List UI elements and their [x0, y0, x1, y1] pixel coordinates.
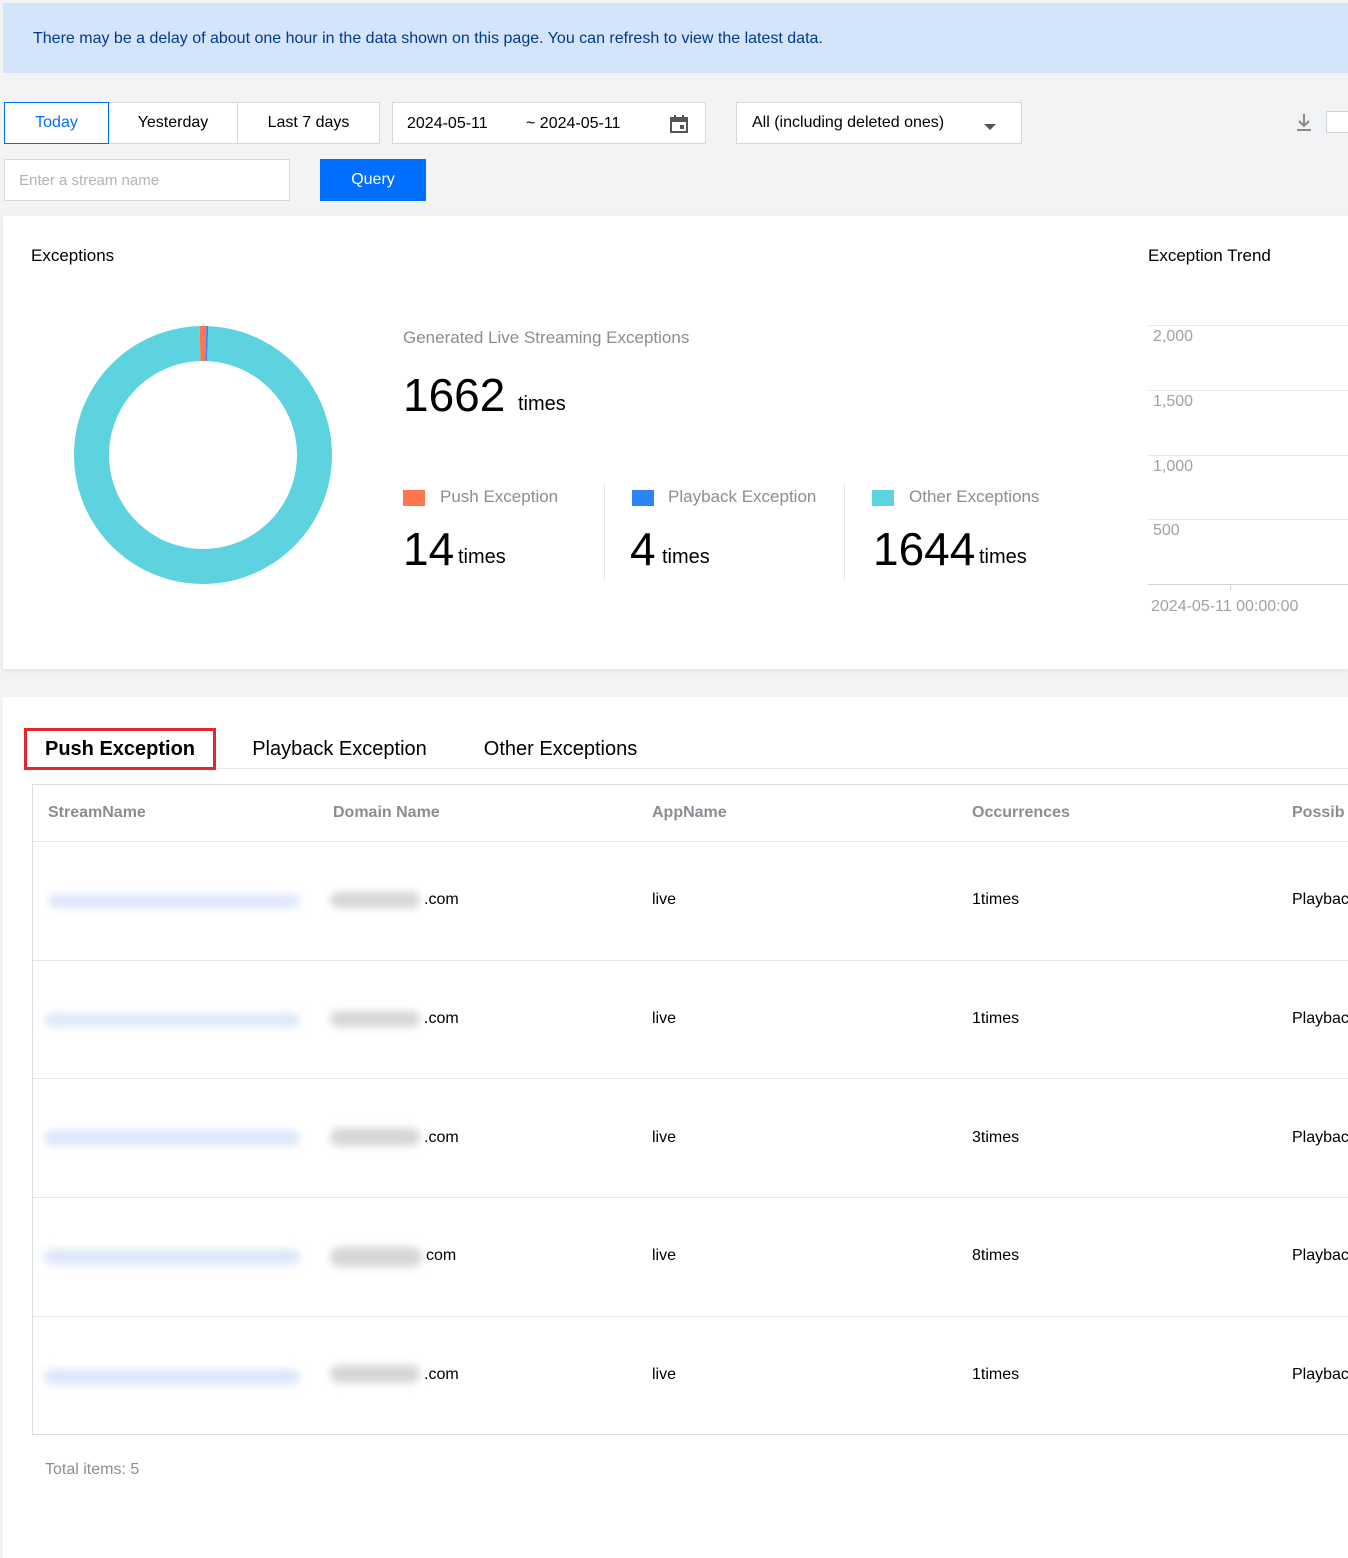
notice-text: There may be a delay of about one hour i…	[33, 30, 823, 47]
trend-gridline	[1148, 455, 1348, 456]
domain-suffix: .com	[424, 1010, 459, 1027]
notice-banner: There may be a delay of about one hour i…	[3, 3, 1348, 73]
playback-exception-legend-swatch	[632, 490, 654, 506]
app-name-cell: live	[652, 1010, 677, 1027]
other-exceptions-count: 1644	[873, 523, 976, 575]
push-exception-legend-swatch	[403, 490, 425, 506]
playback-exception-unit: times	[662, 546, 710, 568]
redacted-stream-name	[48, 894, 300, 908]
push-exception-unit: times	[458, 546, 506, 568]
possible-cause-cell: Playbac	[1292, 1247, 1348, 1264]
range-last7days-button[interactable]: Last 7 days	[237, 102, 380, 144]
column-header-domain-name: Domain Name	[333, 804, 440, 821]
legend-divider	[844, 484, 845, 580]
exceptions-title: Exceptions	[31, 246, 115, 265]
redacted-stream-name	[44, 1249, 300, 1265]
exceptions-donut-chart	[73, 326, 332, 584]
range-yesterday-button[interactable]: Yesterday	[108, 102, 238, 144]
column-header-streamname: StreamName	[48, 804, 146, 821]
trend-y-tick-label: 2,000	[1153, 328, 1194, 345]
download-icon[interactable]	[1295, 112, 1313, 139]
total-items-count: 5	[130, 1461, 140, 1478]
playback-exception-count: 4	[630, 523, 656, 575]
redacted-domain	[330, 1011, 420, 1027]
settings-button[interactable]	[1326, 111, 1348, 133]
date-start: 2024-05-11	[407, 115, 488, 132]
exceptions-table	[32, 784, 1348, 1435]
exception-trend-title: Exception Trend	[1148, 246, 1271, 265]
other-exceptions-label: Other Exceptions	[909, 487, 1040, 506]
trend-gridline	[1148, 390, 1348, 391]
redacted-domain	[330, 1128, 420, 1146]
domain-suffix: .com	[424, 891, 459, 908]
other-exceptions-legend-swatch	[872, 490, 894, 506]
redacted-domain	[330, 892, 420, 908]
total-exceptions-count: 1662	[403, 369, 506, 421]
app-name-cell: live	[652, 1129, 677, 1146]
trend-y-tick-label: 1,500	[1153, 393, 1194, 410]
trend-x-tick-label: 2024-05-11 00:00:00	[1151, 598, 1299, 615]
trend-x-tick	[1230, 584, 1231, 590]
trend-gridline	[1148, 325, 1348, 326]
stream-name-search-input[interactable]	[4, 159, 290, 201]
possible-cause-cell: Playbac	[1292, 1366, 1348, 1383]
generated-exceptions-label: Generated Live Streaming Exceptions	[403, 328, 690, 347]
trend-y-tick-label: 500	[1153, 522, 1180, 539]
possible-cause-cell: Playbac	[1292, 1129, 1348, 1146]
donut-slice-push-exception[interactable]	[199, 326, 207, 362]
date-end: ~ 2024-05-11	[526, 115, 621, 132]
redacted-stream-name	[44, 1013, 300, 1027]
legend-divider	[604, 484, 605, 580]
total-items-label: Total items: 5	[45, 1461, 139, 1479]
occurrences-cell: 3times	[972, 1129, 1020, 1146]
occurrences-cell: 1times	[972, 891, 1020, 908]
range-today-button[interactable]: Today	[4, 102, 109, 144]
total-exceptions-unit: times	[518, 393, 566, 415]
redacted-domain	[330, 1365, 420, 1383]
playback-exception-label: Playback Exception	[668, 487, 817, 506]
redacted-stream-name	[44, 1369, 300, 1385]
domain-suffix: .com	[424, 1129, 459, 1146]
row-divider	[33, 1316, 1348, 1317]
donut-slice-other-exceptions[interactable]	[73, 326, 332, 584]
header-divider	[33, 841, 1348, 842]
domain-select-value: All (including deleted ones)	[752, 114, 945, 131]
trend-y-tick-label: 1,000	[1153, 458, 1194, 475]
query-button[interactable]: Query	[320, 159, 426, 201]
column-header-appname: AppName	[652, 804, 727, 821]
row-divider	[33, 1078, 1348, 1079]
occurrences-cell: 8times	[972, 1247, 1020, 1264]
tab-other-exceptions[interactable]: Other Exceptions	[470, 728, 651, 770]
other-exceptions-unit: times	[979, 546, 1027, 568]
tabs-underline	[216, 768, 1348, 769]
domain-suffix: com	[426, 1247, 457, 1264]
tab-push-exception[interactable]: Push Exception	[24, 728, 216, 770]
tab-playback-exception[interactable]: Playback Exception	[238, 728, 441, 770]
row-divider	[33, 1197, 1348, 1198]
push-exception-label: Push Exception	[440, 487, 559, 506]
occurrences-cell: 1times	[972, 1366, 1020, 1383]
app-name-cell: live	[652, 891, 677, 908]
trend-x-axis	[1148, 584, 1348, 585]
redacted-domain	[330, 1247, 422, 1267]
app-name-cell: live	[652, 1247, 677, 1264]
calendar-icon[interactable]	[669, 114, 689, 139]
column-header-possible-cause: Possib	[1292, 804, 1345, 821]
occurrences-cell: 1times	[972, 1010, 1020, 1027]
push-exception-count: 14	[403, 523, 455, 575]
trend-gridline	[1148, 519, 1348, 520]
possible-cause-cell: Playbac	[1292, 1010, 1348, 1027]
possible-cause-cell: Playbac	[1292, 891, 1348, 908]
redacted-stream-name	[44, 1130, 300, 1146]
total-items-text: Total items:	[45, 1461, 126, 1478]
caret-down-icon	[983, 119, 997, 137]
row-divider	[33, 960, 1348, 961]
domain-select[interactable]: All (including deleted ones)	[736, 102, 1022, 144]
app-name-cell: live	[652, 1366, 677, 1383]
domain-suffix: .com	[424, 1366, 459, 1383]
column-header-occurrences: Occurrences	[972, 804, 1070, 821]
date-range-picker[interactable]: 2024-05-11 ~ 2024-05-11	[392, 102, 706, 144]
